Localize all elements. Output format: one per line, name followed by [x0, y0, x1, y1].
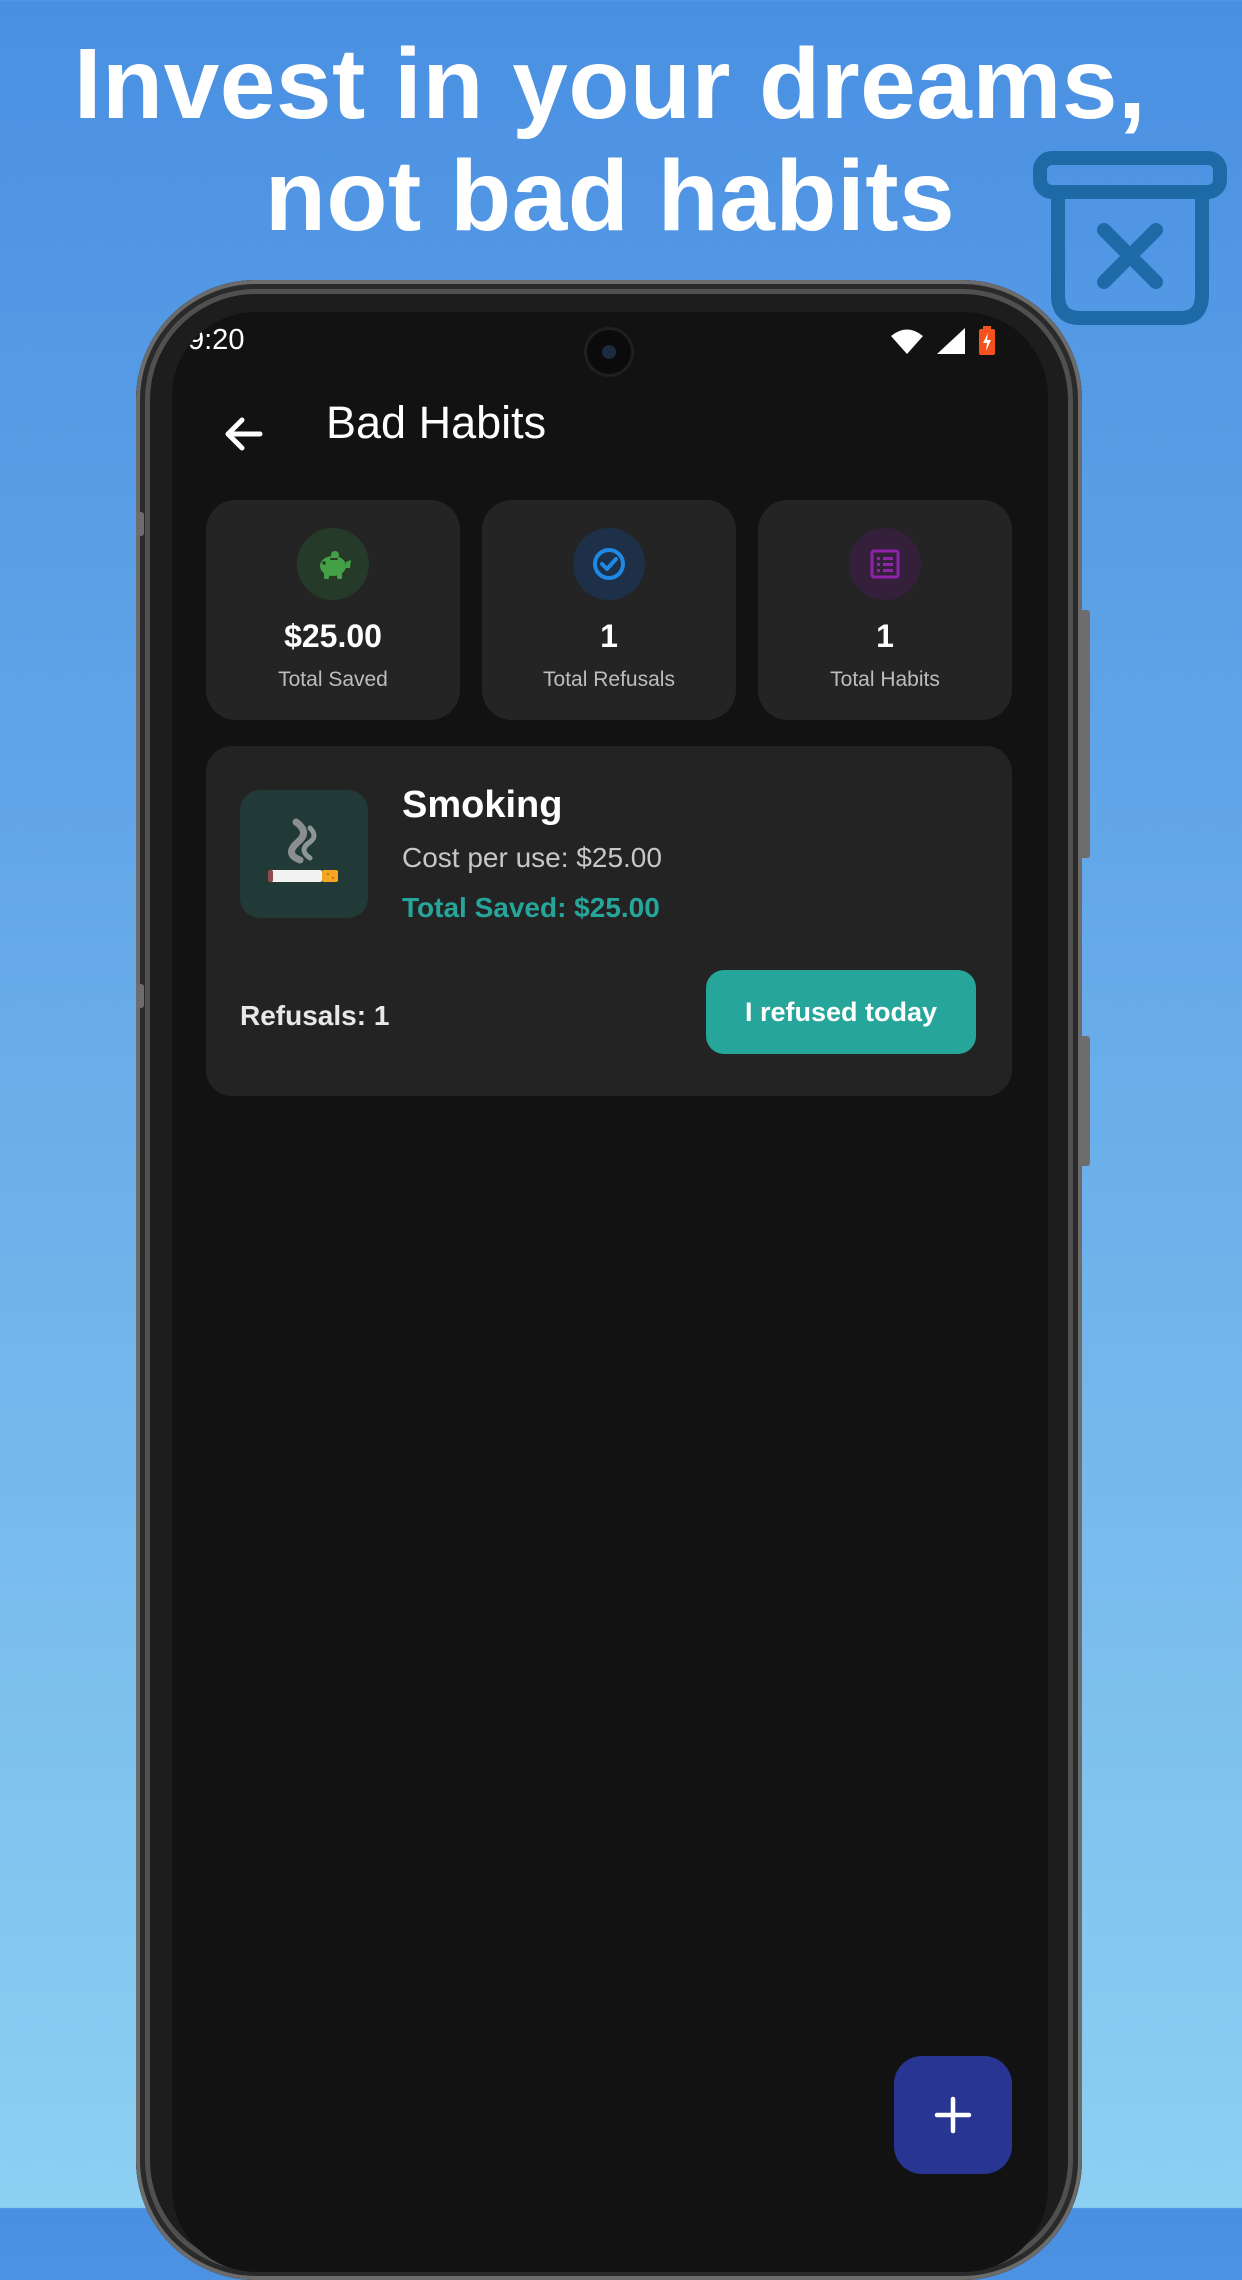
front-camera	[587, 330, 631, 374]
habit-cost: Cost per use: $25.00	[402, 842, 662, 873]
plus-icon	[934, 2096, 972, 2134]
promo-headline-line-1: Invest in your dreams,	[73, 28, 1147, 140]
stat-label: Total Habits	[830, 668, 940, 691]
habit-card-smoking[interactable]: Smoking Cost per use: $25.00 Total Saved…	[206, 746, 1012, 1096]
stat-icon-wrap	[297, 528, 369, 600]
signal-icon	[937, 328, 965, 354]
add-habit-button[interactable]	[894, 2056, 1012, 2174]
stat-label: Total Saved	[278, 668, 388, 691]
habit-total-saved: Total Saved: $25.00	[402, 892, 660, 923]
check-circle-icon	[593, 548, 625, 580]
page-title: Bad Habits	[326, 397, 547, 448]
stat-card-total-refusals: 1 Total Refusals	[482, 500, 736, 720]
stat-card-total-habits: 1 Total Habits	[758, 500, 1012, 720]
phone-side-button	[136, 512, 144, 536]
battery-charging-icon	[979, 326, 995, 355]
status-icons	[890, 324, 996, 358]
stat-icon-wrap	[573, 528, 645, 600]
stat-label: Total Refusals	[543, 668, 675, 691]
phone-side-button	[1080, 610, 1090, 858]
phone-side-button	[136, 984, 144, 1008]
stat-value: $25.00	[284, 618, 382, 654]
stat-card-total-saved: $25.00 Total Saved	[206, 500, 460, 720]
list-icon	[870, 549, 900, 579]
stat-value: 1	[876, 618, 894, 654]
cigarette-icon	[240, 790, 368, 918]
refused-today-button[interactable]: I refused today	[706, 970, 976, 1054]
app-screen: 9:20 Bad Habits $25.00 Total Saved 1 Tot…	[172, 312, 1048, 2272]
stat-icon-wrap	[849, 528, 921, 600]
arrow-left-icon[interactable]	[212, 402, 276, 466]
stat-value: 1	[600, 618, 618, 654]
wifi-icon	[891, 329, 923, 354]
habit-name: Smoking	[402, 784, 563, 826]
cigarette-icon	[268, 818, 338, 882]
piggy-bank-icon	[320, 551, 351, 579]
habit-refusals: Refusals: 1	[240, 1000, 390, 1031]
status-time: 9:20	[188, 324, 245, 356]
trash-x-icon	[1033, 151, 1227, 325]
phone-side-button	[1080, 1036, 1090, 1166]
